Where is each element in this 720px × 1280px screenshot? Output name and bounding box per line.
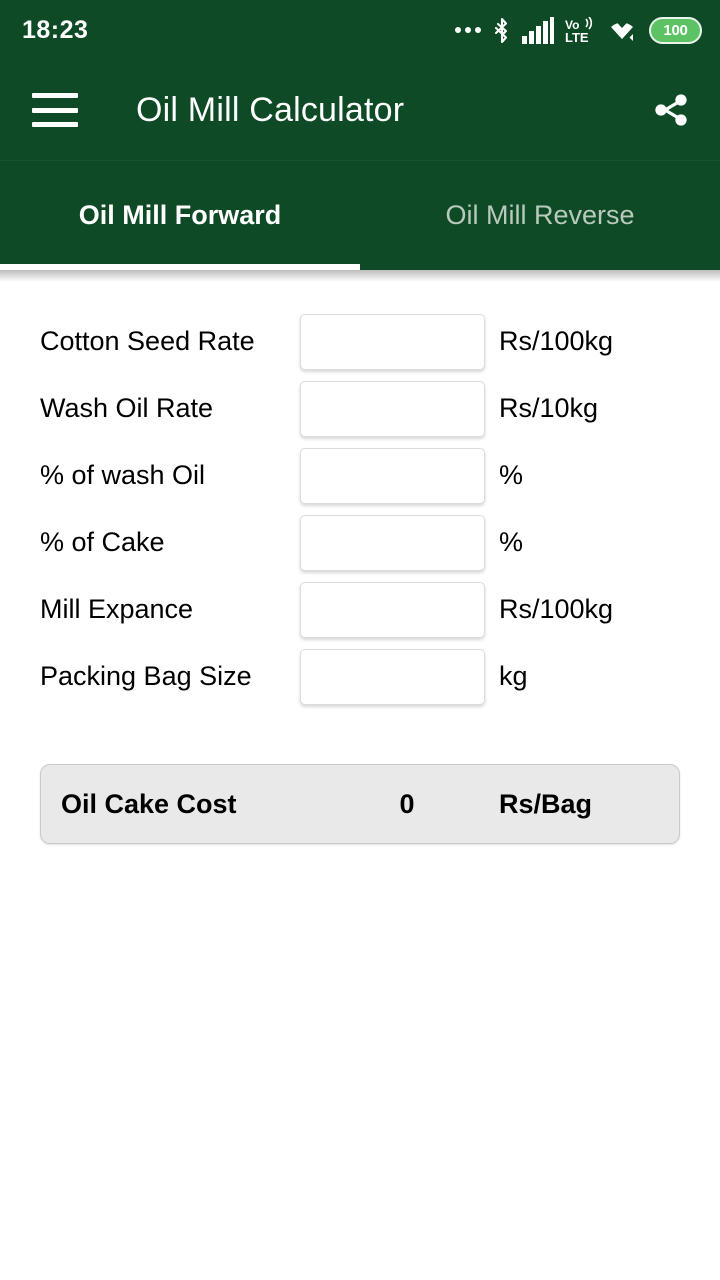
share-button[interactable] (648, 87, 694, 133)
label-mill-expance: Mill Expance (40, 594, 194, 624)
tab-oil-mill-forward-label: Oil Mill Forward (78, 200, 282, 230)
form-row-packing-bag-size: Packing Bag Size kg (0, 643, 720, 710)
wifi-icon (611, 18, 633, 41)
unit-mill-expance: Rs/100kg (499, 594, 614, 624)
status-bar-icons: Vo LTE 100 (455, 16, 702, 44)
tab-bar: Oil Mill Forward Oil Mill Reverse (0, 160, 720, 270)
unit-percent-wash-oil: % (499, 460, 524, 490)
input-mill-expance[interactable] (300, 581, 485, 638)
tab-active-indicator (0, 264, 360, 270)
result-label: Oil Cake Cost (61, 788, 237, 819)
svg-text:LTE: LTE (565, 30, 589, 44)
hamburger-bar-3 (32, 122, 78, 127)
form-row-percent-cake: % of Cake % (0, 509, 720, 576)
result-section: Oil Cake Cost 0 Rs/Bag (0, 710, 720, 844)
signal-bars-icon (522, 16, 554, 44)
volte-icon: Vo LTE (565, 16, 593, 44)
input-percent-cake[interactable] (300, 514, 485, 571)
form-row-percent-wash-oil: % of wash Oil % (0, 442, 720, 509)
status-time: 18:23 (22, 15, 89, 44)
bluetooth-icon (494, 17, 508, 43)
status-bar: 18:23 Vo LTE 100 (0, 0, 720, 60)
input-wash-oil-rate[interactable] (300, 380, 485, 437)
hamburger-menu-icon[interactable] (32, 93, 78, 127)
battery-level-label: 100 (663, 21, 688, 39)
form-row-mill-expance: Mill Expance Rs/100kg (0, 576, 720, 643)
label-packing-bag-size: Packing Bag Size (40, 661, 252, 691)
page-title: Oil Mill Calculator (136, 90, 405, 129)
app-bar: Oil Mill Calculator (0, 60, 720, 160)
share-icon (655, 94, 687, 126)
tab-oil-mill-forward[interactable]: Oil Mill Forward (0, 161, 360, 270)
hamburger-bar-2 (32, 107, 78, 113)
label-wash-oil-rate: Wash Oil Rate (40, 393, 214, 423)
input-cotton-seed-rate[interactable] (300, 313, 485, 370)
unit-packing-bag-size: kg (499, 661, 528, 691)
tab-bar-shadow (0, 270, 720, 282)
label-cotton-seed-rate: Cotton Seed Rate (40, 326, 255, 356)
tab-oil-mill-reverse-label: Oil Mill Reverse (445, 200, 635, 230)
hamburger-bar-1 (32, 93, 78, 98)
unit-cotton-seed-rate: Rs/100kg (499, 326, 614, 356)
result-value: 0 (399, 788, 415, 819)
oil-cake-cost-result: Oil Cake Cost 0 Rs/Bag (40, 764, 680, 844)
result-unit: Rs/Bag (499, 788, 593, 819)
form-row-cotton-seed-rate: Cotton Seed Rate Rs/100kg (0, 308, 720, 375)
battery-icon: 100 (649, 16, 702, 44)
more-dots-icon (455, 27, 481, 33)
label-percent-wash-oil: % of wash Oil (40, 460, 206, 490)
input-packing-bag-size[interactable] (300, 648, 485, 705)
calculator-form: Cotton Seed Rate Rs/100kg Wash Oil Rate … (0, 282, 720, 710)
label-percent-cake: % of Cake (40, 527, 165, 557)
tab-oil-mill-reverse[interactable]: Oil Mill Reverse (360, 161, 720, 270)
unit-wash-oil-rate: Rs/10kg (499, 393, 599, 423)
input-percent-wash-oil[interactable] (300, 447, 485, 504)
unit-percent-cake: % (499, 527, 524, 557)
form-row-wash-oil-rate: Wash Oil Rate Rs/10kg (0, 375, 720, 442)
